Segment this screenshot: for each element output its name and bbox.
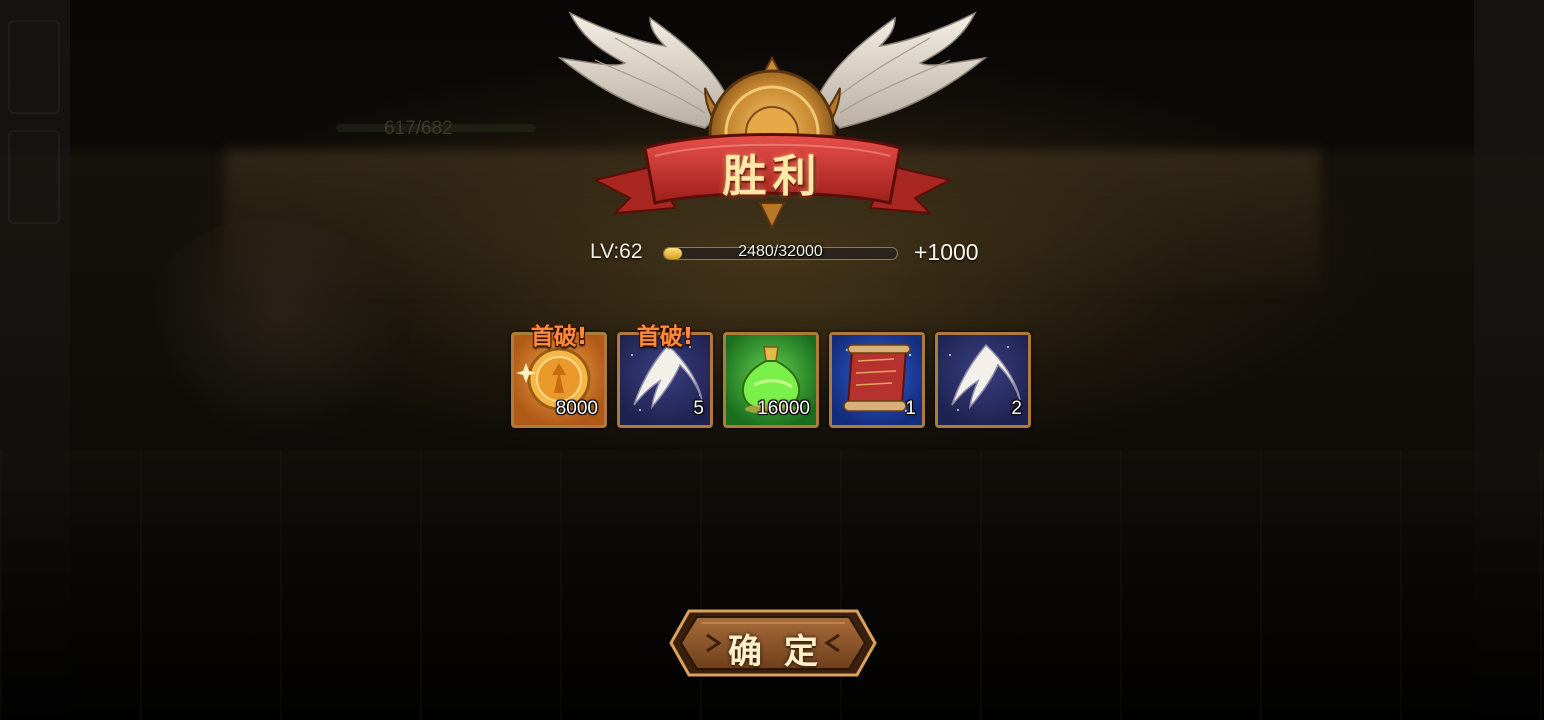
confirm-button[interactable]: 确定	[667, 605, 879, 681]
victory-emblem: 胜利	[555, 8, 990, 233]
background-window	[8, 20, 60, 114]
reward-count: 5	[693, 398, 704, 419]
victory-title: 胜利	[722, 151, 823, 202]
reward-slot-scroll[interactable]: 1	[829, 332, 925, 428]
reward-count: 8000	[555, 398, 598, 419]
xp-gain-text: +1000	[914, 239, 979, 265]
player-level-label: LV:62	[590, 240, 643, 263]
background-hp-text: 617/682	[384, 118, 453, 139]
reward-slot-feather[interactable]: 2	[935, 332, 1031, 428]
reward-slot-potion[interactable]: 16000	[723, 332, 819, 428]
xp-progress-text: 2480/32000	[738, 243, 823, 260]
reward-slot-feather[interactable]: 5 首破!	[617, 324, 713, 428]
background-window	[8, 130, 60, 224]
reward-count: 2	[1011, 398, 1022, 419]
battle-result-screen: 617/682 胜利 LV:62 2480/32000 +1000 8000 首…	[0, 0, 1544, 720]
reward-slot-gold[interactable]: 8000 首破!	[511, 324, 607, 428]
reward-count: 1	[905, 398, 916, 419]
reward-list: 8000 首破! 5 首破! 16000 1 2	[511, 324, 1033, 432]
level-progress-row: LV:62 2480/32000 +1000	[588, 238, 988, 270]
first-clear-badge: 首破!	[636, 324, 694, 350]
first-clear-badge: 首破!	[530, 324, 588, 350]
confirm-button-label: 确定	[728, 632, 840, 672]
reward-count: 16000	[757, 398, 810, 419]
